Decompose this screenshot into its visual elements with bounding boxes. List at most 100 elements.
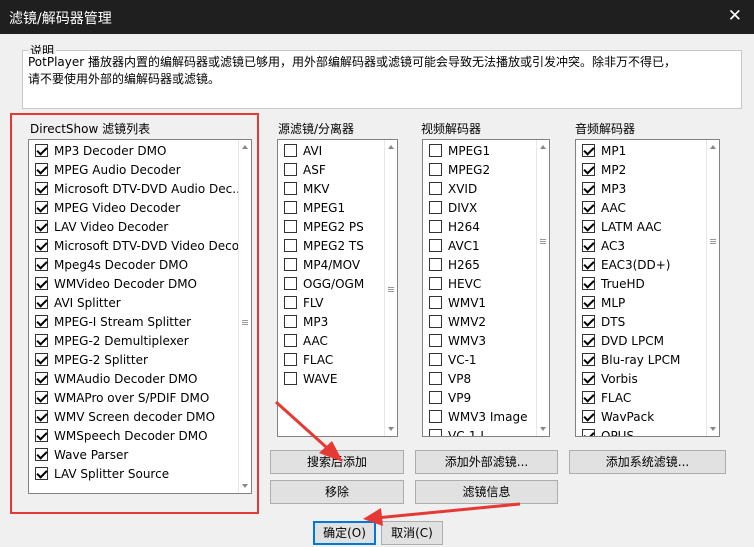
checkbox[interactable] [429, 182, 442, 195]
cancel-button[interactable]: 取消(C) [381, 521, 443, 545]
scrollbar[interactable] [536, 140, 549, 436]
list-item[interactable]: MLP [582, 293, 625, 312]
list-item[interactable]: Mpeg4s Decoder DMO [35, 255, 188, 274]
list-item[interactable]: WMSpeech Decoder DMO [35, 426, 208, 445]
checkbox[interactable] [582, 201, 595, 214]
checkbox[interactable] [35, 467, 48, 480]
add-system-filter-button[interactable]: 添加系统滤镜... [569, 450, 726, 474]
checkbox[interactable] [429, 201, 442, 214]
list-item[interactable]: LAV Video Decoder [35, 217, 168, 236]
source-splitter-list[interactable]: AVI ASF MKV MPEG1 MPEG2 PS MPEG2 TS MP4/MOV OGG… [277, 139, 398, 437]
list-item[interactable]: VP8 [429, 369, 471, 388]
checkbox[interactable] [284, 372, 297, 385]
checkbox[interactable] [429, 353, 442, 366]
checkbox[interactable] [284, 315, 297, 328]
list-item[interactable]: TrueHD [582, 274, 645, 293]
checkbox[interactable] [582, 144, 595, 157]
list-item[interactable]: MP3 [284, 312, 328, 331]
checkbox[interactable] [35, 448, 48, 461]
checkbox[interactable] [429, 220, 442, 233]
checkbox[interactable] [35, 277, 48, 290]
checkbox[interactable] [284, 353, 297, 366]
search-add-button[interactable]: 搜索后添加 [270, 450, 404, 474]
checkbox[interactable] [284, 220, 297, 233]
scroll-down-icon[interactable] [388, 427, 394, 431]
checkbox[interactable] [284, 334, 297, 347]
scroll-up-icon[interactable] [710, 145, 716, 149]
checkbox[interactable] [429, 391, 442, 404]
checkbox[interactable] [429, 334, 442, 347]
list-item[interactable]: MP3 [582, 179, 626, 198]
checkbox[interactable] [284, 239, 297, 252]
list-item[interactable]: WMVideo Decoder DMO [35, 274, 197, 293]
checkbox[interactable] [582, 182, 595, 195]
scroll-thumb-grip-icon[interactable] [540, 239, 546, 244]
list-item[interactable]: AC3 [582, 236, 625, 255]
filter-info-button[interactable]: 滤镜信息 [415, 480, 558, 504]
checkbox[interactable] [429, 296, 442, 309]
list-item[interactable]: DTS [582, 312, 625, 331]
list-item[interactable]: VC-1 [429, 350, 477, 369]
checkbox[interactable] [284, 163, 297, 176]
checkbox[interactable] [582, 372, 595, 385]
checkbox[interactable] [35, 372, 48, 385]
checkbox[interactable] [429, 277, 442, 290]
checkbox[interactable] [582, 429, 595, 436]
list-item[interactable]: DVD LPCM [582, 331, 664, 350]
list-item[interactable]: MPEG1 [284, 198, 345, 217]
list-item[interactable]: WMV3 [429, 331, 486, 350]
checkbox[interactable] [582, 277, 595, 290]
list-item[interactable]: MKV [284, 179, 329, 198]
list-item[interactable]: VC-1 I... [429, 426, 495, 436]
checkbox[interactable] [35, 353, 48, 366]
list-item[interactable]: OPUS [582, 426, 634, 436]
checkbox[interactable] [35, 296, 48, 309]
checkbox[interactable] [284, 144, 297, 157]
list-item[interactable]: MP2 [582, 160, 626, 179]
checkbox[interactable] [35, 144, 48, 157]
list-item[interactable]: WMV1 [429, 293, 486, 312]
checkbox[interactable] [582, 258, 595, 271]
scroll-up-icon[interactable] [540, 145, 546, 149]
remove-button[interactable]: 移除 [270, 480, 404, 504]
list-item[interactable]: HEVC [429, 274, 481, 293]
list-item[interactable]: WMV3 Image [429, 407, 527, 426]
list-item[interactable]: VP9 [429, 388, 471, 407]
list-item[interactable]: ASF [284, 160, 326, 179]
scroll-up-icon[interactable] [388, 145, 394, 149]
checkbox[interactable] [35, 391, 48, 404]
scroll-up-icon[interactable] [242, 145, 248, 149]
list-item[interactable]: MPEG1 [429, 141, 490, 160]
list-item[interactable]: H265 [429, 255, 480, 274]
checkbox[interactable] [429, 429, 442, 436]
list-item[interactable]: H264 [429, 217, 480, 236]
list-item[interactable]: WMAPro over S/PDIF DMO [35, 388, 209, 407]
checkbox[interactable] [35, 315, 48, 328]
list-item[interactable]: MPEG2 [429, 160, 490, 179]
list-item[interactable]: AVC1 [429, 236, 480, 255]
list-item[interactable]: FLAC [582, 388, 631, 407]
checkbox[interactable] [35, 182, 48, 195]
list-item[interactable]: Blu-ray LPCM [582, 350, 680, 369]
scroll-thumb-grip-icon[interactable] [242, 320, 248, 325]
list-item[interactable]: Vorbis [582, 369, 638, 388]
add-external-filter-button[interactable]: 添加外部滤镜... [415, 450, 558, 474]
list-item[interactable]: MPEG Audio Decoder [35, 160, 181, 179]
checkbox[interactable] [284, 258, 297, 271]
list-item[interactable]: AVI [284, 141, 322, 160]
checkbox[interactable] [582, 334, 595, 347]
video-decoder-list[interactable]: MPEG1 MPEG2 XVID DIVX H264 AVC1 H265 HEVC WMV1 WM… [422, 139, 550, 437]
checkbox[interactable] [582, 391, 595, 404]
checkbox[interactable] [429, 163, 442, 176]
checkbox[interactable] [35, 239, 48, 252]
list-item[interactable]: WavPack [582, 407, 654, 426]
checkbox[interactable] [35, 201, 48, 214]
directshow-filter-list[interactable]: MP3 Decoder DMO MPEG Audio Decoder Microso… [28, 139, 252, 494]
list-item[interactable]: OGG/OGM [284, 274, 364, 293]
checkbox[interactable] [582, 163, 595, 176]
list-item[interactable]: Microsoft DTV-DVD Audio Dec... [35, 179, 244, 198]
scrollbar[interactable] [706, 140, 719, 436]
list-item[interactable]: XVID [429, 179, 477, 198]
list-item[interactable]: AVI Splitter [35, 293, 121, 312]
list-item[interactable]: MPEG-2 Splitter [35, 350, 148, 369]
